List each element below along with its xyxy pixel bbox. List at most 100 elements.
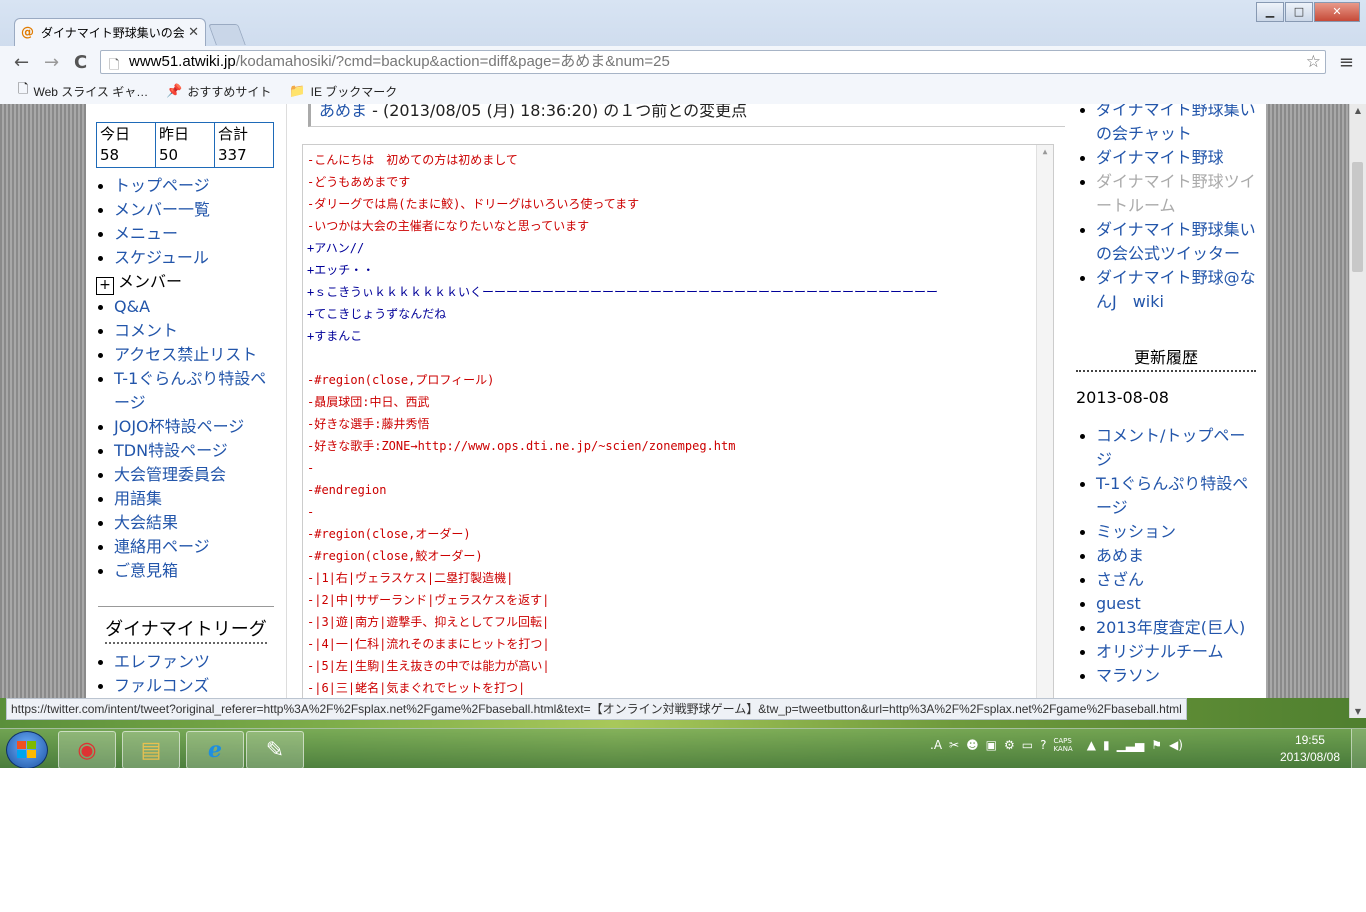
bookmark-recommended[interactable]: 📌 おすすめサイト [166, 83, 271, 100]
update-history-heading: 更新履歴 [1076, 344, 1256, 372]
show-desktop-button[interactable] [1351, 729, 1366, 768]
nav-link[interactable]: コメント [98, 319, 274, 343]
nav-link[interactable]: メニュー [98, 222, 274, 246]
diff-scrollbar[interactable]: ▲ [1036, 145, 1053, 698]
page-name-link[interactable]: あめま [319, 104, 367, 120]
nav-link[interactable]: ご意見箱 [98, 559, 274, 583]
network-icon[interactable]: ▁▃▅ [1117, 738, 1145, 752]
page-icon: 🗋 [18, 81, 29, 96]
update-link[interactable]: マラソン [1080, 664, 1256, 688]
nav-link[interactable]: JOJO杯特設ページ [98, 415, 274, 439]
update-link[interactable]: オリジナルチーム [1080, 640, 1256, 664]
external-link[interactable]: ダイナマイト野球@なんJ wiki [1080, 266, 1256, 314]
new-tab-button[interactable] [208, 24, 246, 45]
update-link[interactable]: ミッション [1080, 520, 1256, 544]
diff-deleted-line: -|2|中|サザーランド|ヴェラスケスを返す| [307, 593, 550, 607]
nav-link[interactable]: スケジュール [98, 246, 274, 270]
update-link[interactable]: 2013年度査定(巨人) [1080, 616, 1256, 640]
bookmark-web-slice[interactable]: 🗋 Web スライス ギャ… [18, 80, 148, 102]
nav-link[interactable]: 用語集 [98, 487, 274, 511]
caps-label: CAPS [1053, 737, 1072, 745]
tab-active[interactable]: @ ダイナマイト野球集いの会 ✕ [14, 18, 206, 46]
reload-icon[interactable]: C [74, 52, 87, 73]
tab-close-icon[interactable]: ✕ [188, 25, 199, 40]
scroll-up-icon[interactable]: ▲ [1037, 145, 1053, 159]
nav-member-toggle[interactable]: + メンバー [96, 270, 274, 295]
url-path: /kodamahosiki/?cmd=backup&action=diff&pa… [235, 53, 670, 70]
update-link[interactable]: T-1ぐらんぷり特設ページ [1080, 472, 1256, 520]
diff-deleted-line: -ダリーグでは鳥(たまに鮫)、ドリーグはいろいろ使ってます [307, 197, 640, 211]
nav-link[interactable]: メンバー一覧 [98, 198, 274, 222]
ime-mode-icon[interactable]: .A [930, 738, 942, 752]
nav-link[interactable]: 大会管理委員会 [98, 463, 274, 487]
counter-today: 今日 58 [96, 122, 156, 168]
nav-link[interactable]: トップページ [98, 174, 274, 198]
help-icon[interactable]: ? [1040, 738, 1046, 752]
nav-link[interactable]: アクセス禁止リスト [98, 343, 274, 367]
bookmark-label: おすすめサイト [187, 84, 272, 99]
scroll-thumb[interactable] [1352, 162, 1363, 272]
nav-link[interactable]: 大会結果 [98, 511, 274, 535]
update-link[interactable]: さざん [1080, 568, 1256, 592]
page-scrollbar[interactable]: ▲ ▼ [1349, 104, 1366, 718]
nav-member-label: メンバー [118, 272, 183, 291]
external-link-visited[interactable]: ダイナマイト野球ツイートルーム [1080, 170, 1256, 218]
bookmark-label: Web スライス ギャ… [33, 84, 149, 99]
action-center-flag-icon[interactable]: ⚑ [1151, 738, 1162, 752]
tray-expand-icon[interactable]: ▲ [1087, 738, 1096, 752]
diff-deleted-line: -いつかは大会の主催者になりたいなと思っています [307, 219, 590, 233]
wiki-content: 今日 58 昨日 50 合計 337 トップページ メンバー一覧 メニュー スケ… [86, 104, 1266, 698]
taskbar-clock[interactable]: 19:55 2013/08/08 [1280, 732, 1340, 766]
nav-link[interactable]: T-1ぐらんぷり特設ページ [98, 367, 274, 415]
start-button[interactable] [6, 731, 48, 768]
diff-deleted-line: -|6|三|蛯名|気まぐれでヒットを打つ| [307, 681, 526, 695]
back-arrow-icon[interactable]: ← [14, 52, 29, 73]
desktop-screen: @ ダイナマイト野球集いの会 ✕ ▁ □ ✕ ← → C 🗋 www51.atw… [0, 0, 1366, 768]
chrome-menu-icon[interactable]: ≡ [1339, 52, 1354, 73]
address-bar[interactable]: 🗋 www51.atwiki.jp/kodamahosiki/?cmd=back… [100, 50, 1326, 74]
signal-icon[interactable]: ▮ [1103, 738, 1110, 752]
forward-arrow-icon[interactable]: → [44, 52, 59, 73]
league-team-link[interactable]: エレファンツ [97, 650, 210, 674]
update-link[interactable]: あめま [1080, 544, 1256, 568]
league-list: エレファンツ ファルコンズ [97, 650, 210, 698]
diff-deleted-line: -#endregion [307, 483, 387, 497]
status-bar-url: https://twitter.com/intent/tweet?origina… [6, 698, 1187, 720]
taskbar-chrome-button[interactable]: ◉ [58, 731, 116, 768]
diff-lines: -こんにちは 初めての方は初めまして -どうもあめまです -ダリーグでは鳥(たまに鮫… [303, 145, 1053, 698]
scroll-up-icon[interactable]: ▲ [1350, 106, 1366, 115]
speaker-icon[interactable]: ◀) [1169, 738, 1183, 752]
windows-logo-icon [17, 741, 37, 759]
external-link[interactable]: ダイナマイト野球 [1080, 146, 1256, 170]
bookmark-star-icon[interactable]: ☆ [1306, 51, 1321, 73]
maximize-button[interactable]: □ [1285, 2, 1313, 22]
tools-icon[interactable]: ⚙ [1004, 738, 1015, 752]
nav-link[interactable]: Q&A [98, 295, 274, 319]
external-links-list: ダイナマイト野球集いの会チャット ダイナマイト野球 ダイナマイト野球ツイートルー… [1080, 104, 1256, 314]
nav-link[interactable]: 連絡用ページ [98, 535, 274, 559]
scissors-icon[interactable]: ✂ [949, 738, 959, 752]
access-counter: 今日 58 昨日 50 合計 337 [96, 122, 274, 168]
nav-link[interactable]: TDN特設ページ [98, 439, 274, 463]
scroll-down-icon[interactable]: ▼ [1350, 707, 1366, 716]
close-button[interactable]: ✕ [1314, 2, 1360, 22]
diff-textbox[interactable]: -こんにちは 初めての方は初めまして -どうもあめまです -ダリーグでは鳥(たまに鮫… [302, 144, 1054, 698]
external-link[interactable]: ダイナマイト野球集いの会公式ツイッター [1080, 218, 1256, 266]
taskbar-explorer-button[interactable]: ▤ [122, 731, 180, 768]
right-sidebar: ダイナマイト野球集いの会チャット ダイナマイト野球 ダイナマイト野球ツイートルー… [1076, 104, 1256, 698]
expand-plus-icon[interactable]: + [96, 277, 114, 295]
diff-deleted-line: -#region(close,プロフィール) [307, 373, 495, 387]
external-link[interactable]: ダイナマイト野球集いの会チャット [1080, 104, 1256, 146]
minimize-button[interactable]: ▁ [1256, 2, 1284, 22]
user-icon[interactable]: ☻ [966, 738, 979, 752]
bookmark-ie-folder[interactable]: 📁 IE ブックマーク [289, 83, 397, 100]
shirt-icon[interactable]: ▣ [986, 738, 997, 752]
clock-date: 2013/08/08 [1279, 750, 1340, 764]
taskbar-paint-button[interactable]: ✎ [246, 731, 304, 768]
window-icon[interactable]: ▭ [1022, 738, 1033, 752]
update-link[interactable]: guest [1080, 592, 1256, 616]
diff-deleted-line: -|3|遊|南方|遊撃手、抑えとしてフル回転| [307, 615, 550, 629]
taskbar-ie-button[interactable]: ℯ [186, 731, 244, 768]
league-team-link[interactable]: ファルコンズ [97, 674, 210, 698]
update-link[interactable]: コメント/トップページ [1080, 424, 1256, 472]
